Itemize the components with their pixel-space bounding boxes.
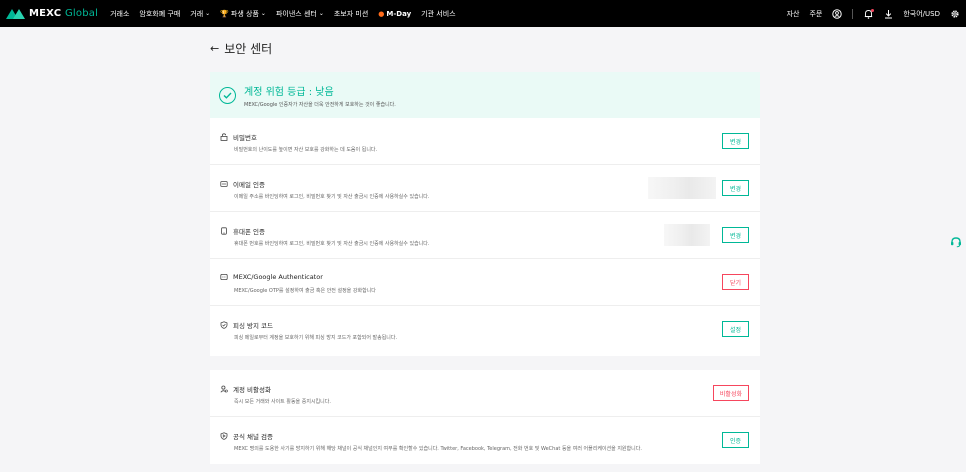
brand-name: MEXC — [29, 8, 62, 19]
nav-label: 파이낸스 센터 — [275, 9, 317, 18]
nav-label: 암호화폐 구매 — [139, 9, 181, 18]
risk-level-title: 계정 위험 등급 : 낮음 — [244, 86, 334, 98]
nav-label: 거래소 — [110, 9, 130, 18]
email-icon — [220, 180, 228, 188]
support-headset-icon[interactable] — [950, 233, 962, 248]
chevron-down-icon: ⌄ — [318, 10, 324, 17]
nav-item-finance[interactable]: 파이낸스 센터 ⌄ — [276, 9, 324, 19]
nav-orders[interactable]: 주문 — [809, 9, 822, 19]
row-description: 휴대폰 번호를 바인딩하여 로그인, 비밀번호 찾기 및 자산 출금시 인증에 … — [234, 241, 430, 247]
change-email-button[interactable]: 변경 — [722, 180, 749, 196]
lock-icon — [220, 133, 228, 141]
security-row-password: 비밀번호 비밀번호의 난이도를 높이면 자산 보호를 강화하는 데 도움이 됩니… — [210, 118, 760, 165]
logo[interactable]: MEXC Global — [6, 8, 98, 19]
change-password-button[interactable]: 변경 — [722, 133, 749, 149]
chevron-down-icon: ⌄ — [260, 10, 266, 17]
verified-channel-icon — [220, 432, 228, 440]
account-row-disable: 계정 비활성화 즉시 모든 거래와 사이트 활동을 중지시킵니다. 비활성화 — [210, 370, 760, 417]
nav-item-trade[interactable]: 거래 ⌄ — [190, 9, 210, 19]
trophy-icon: 🏆 — [220, 9, 229, 18]
nav-label: 파생 상품 — [230, 9, 259, 18]
verify-channel-button[interactable]: 인증 — [722, 432, 749, 448]
masked-phone-value — [664, 224, 710, 246]
row-title: MEXC/Google Authenticator — [233, 273, 323, 281]
row-description: MEXC/Google OTP를 설정하여 출금 혹은 안전 설정을 강화합니다 — [234, 288, 376, 294]
logo-mark-icon — [6, 8, 26, 19]
row-title: 공식 채널 검증 — [233, 433, 274, 441]
row-title: 비밀번호 — [233, 134, 257, 142]
logo-text: MEXC Global — [29, 8, 98, 19]
notification-dot — [871, 8, 875, 12]
row-title: 휴대폰 인증 — [233, 228, 265, 236]
divider — [852, 8, 854, 19]
download-icon[interactable] — [883, 9, 893, 19]
brand-suffix: Global — [64, 8, 99, 19]
account-settings-card: 계정 비활성화 즉시 모든 거래와 사이트 활동을 중지시킵니다. 비활성화 공… — [210, 370, 760, 464]
page-header: ← 보안 센터 — [210, 38, 760, 58]
nav-item-derivatives[interactable]: 🏆 파생 상품 ⌄ — [220, 9, 266, 19]
page-title: 보안 센터 — [224, 41, 273, 56]
nav-menu: 거래소 암호화폐 구매 거래 ⌄ 🏆 파생 상품 ⌄ 파이낸스 센터 ⌄ 초보자 미션 … — [110, 9, 456, 19]
risk-level-subtitle: MEXC/Google 인증자가 자산을 더욱 안전하게 보호하는 것이 좋습니… — [244, 101, 396, 108]
nav-label: 초보자 미션 — [333, 9, 369, 18]
nav-label: 거래 — [190, 9, 204, 18]
row-description: 피싱 메일로부터 계정을 보호하기 위해 피싱 방지 코드가 포함되어 발송됩니… — [234, 335, 398, 341]
top-navbar: MEXC Global 거래소 암호화폐 구매 거래 ⌄ 🏆 파생 상품 ⌄ 파이낸스… — [0, 0, 966, 27]
risk-level-banner: 계정 위험 등급 : 낮음 MEXC/Google 인증자가 자산을 더욱 안전… — [210, 72, 760, 118]
row-title: 이메일 인증 — [233, 181, 265, 189]
nav-item-beginner-mission[interactable]: 초보자 미션 — [334, 9, 368, 19]
nav-right: 자산 주문 한국어/USD — [787, 8, 960, 19]
set-antiphishing-button[interactable]: 설정 — [722, 321, 749, 337]
security-settings-card: 계정 위험 등급 : 낮음 MEXC/Google 인증자가 자산을 더욱 안전… — [210, 72, 760, 356]
fire-icon: ● — [378, 9, 385, 18]
change-phone-button[interactable]: 변경 — [722, 227, 749, 243]
nav-label: 기관 서비스 — [421, 9, 456, 18]
language-currency-selector[interactable]: 한국어/USD — [903, 9, 940, 19]
disable-account-button[interactable]: 비활성화 — [712, 385, 749, 401]
nav-item-buy-crypto[interactable]: 암호화폐 구매 — [139, 9, 180, 19]
security-row-phone: 휴대폰 인증 휴대폰 번호를 바인딩하여 로그인, 비밀번호 찾기 및 자산 출… — [210, 212, 760, 259]
account-row-official-channel: 공식 채널 검증 MEXC 명의를 도용한 사기를 방지하기 위해 해당 채널이… — [210, 417, 760, 464]
security-row-authenticator: MEXC/Google Authenticator MEXC/Google OT… — [210, 259, 760, 306]
user-account-icon[interactable] — [832, 8, 843, 19]
nav-assets[interactable]: 자산 — [787, 9, 800, 19]
chevron-down-icon: ⌄ — [205, 10, 211, 17]
close-authenticator-button[interactable]: 닫기 — [722, 274, 749, 290]
masked-email-value — [648, 177, 716, 199]
security-row-antiphishing: 피싱 방지 코드 피싱 메일로부터 계정을 보호하기 위해 피싱 방지 코드가 … — [210, 306, 760, 353]
settings-gear-icon[interactable] — [950, 9, 960, 19]
nav-item-exchange[interactable]: 거래소 — [110, 9, 129, 19]
security-row-email: 이메일 인증 이메일 주소를 바인딩하여 로그인, 비밀번호 찾기 및 자산 출… — [210, 165, 760, 212]
shield-icon — [220, 321, 228, 329]
row-description: 즉시 모든 거래와 사이트 활동을 중지시킵니다. — [234, 399, 331, 405]
check-circle-icon — [219, 86, 236, 104]
authenticator-icon — [220, 273, 228, 281]
back-arrow-icon[interactable]: ← — [210, 42, 219, 55]
phone-icon — [220, 227, 228, 235]
row-description: 이메일 주소를 바인딩하여 로그인, 비밀번호 찾기 및 자산 출금시 인증에 … — [234, 194, 430, 200]
nav-item-mday[interactable]: ● M-Day — [378, 10, 411, 18]
row-description: MEXC 명의를 도용한 사기를 방지하기 위해 해당 채널이 공식 채널인지 … — [234, 446, 642, 452]
row-title: 계정 비활성화 — [233, 386, 271, 394]
nav-label: M-Day — [386, 9, 412, 18]
row-description: 비밀번호의 난이도를 높이면 자산 보호를 강화하는 데 도움이 됩니다. — [234, 147, 378, 153]
row-title: 피싱 방지 코드 — [233, 322, 274, 330]
user-disable-icon — [220, 385, 228, 393]
nav-item-institutional[interactable]: 기관 서비스 — [421, 9, 455, 19]
bell-icon[interactable] — [863, 8, 875, 19]
